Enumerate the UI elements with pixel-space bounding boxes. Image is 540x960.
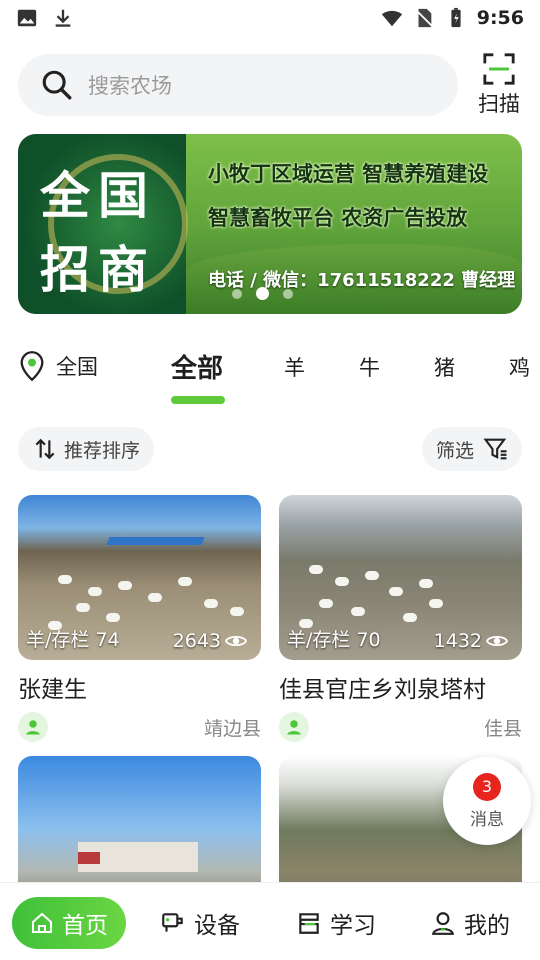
pagination-dot[interactable] [232, 288, 242, 299]
book-icon [299, 913, 319, 934]
shed-roof [106, 537, 205, 545]
tab-sheep[interactable]: 羊 [284, 352, 305, 382]
bottom-nav: 首页 设备 学习 我的 [0, 882, 540, 960]
filter-label: 筛选 [435, 439, 474, 462]
message-button[interactable]: 3 消息 [443, 757, 531, 845]
view-count-value: 1432 [433, 630, 482, 652]
nav-mine[interactable]: 我的 [430, 897, 510, 949]
avatar [18, 712, 48, 742]
user-icon [26, 720, 40, 735]
wifi-icon [381, 10, 402, 27]
nav-device-label: 设备 [194, 913, 240, 939]
farm-name: 张建生 [18, 677, 87, 703]
nav-home[interactable]: 首页 [12, 897, 126, 949]
scan-button[interactable]: 扫描 [472, 52, 526, 118]
county-label: 佳县 [483, 717, 522, 740]
search-input[interactable]: 搜索农场 [18, 54, 458, 116]
farm-card[interactable]: 羊/存栏 70 1432 佳县官庄乡刘泉塔村 佳县 [279, 495, 522, 742]
download-icon [55, 9, 71, 27]
nav-learn-label: 学习 [330, 913, 376, 939]
eye-icon [225, 635, 247, 647]
truck [78, 852, 100, 864]
sort-button[interactable]: 推荐排序 [18, 427, 155, 471]
clock: 9:56 [476, 7, 524, 29]
tab-chicken[interactable]: 鸡 [509, 352, 540, 382]
profile-icon [431, 912, 455, 935]
filter-button[interactable]: 筛选 [421, 427, 522, 471]
sort-icon [35, 438, 55, 460]
location-label: 全国 [56, 355, 98, 379]
location-selector[interactable]: 全国 [18, 350, 98, 382]
farm-thumbnail[interactable]: 羊/存栏 74 2643 [18, 495, 261, 660]
status-bar: 9:56 [0, 0, 540, 36]
nav-learn[interactable]: 学习 [296, 897, 376, 949]
farm-name: 佳县官庄乡刘泉塔村 [279, 677, 486, 703]
farm-meta: 靖边县 [18, 712, 261, 742]
category-bar: 全国 全部 羊 牛 猪 鸡 [18, 340, 540, 410]
pagination-dot-active[interactable] [256, 287, 269, 300]
no-sim-icon [414, 8, 433, 28]
view-count-value: 2643 [172, 630, 221, 652]
view-count: 1432 [434, 630, 508, 652]
search-icon [42, 70, 72, 100]
tab-pig[interactable]: 猪 [434, 352, 455, 382]
scan-icon [483, 53, 515, 85]
livestock-count: 羊/存栏 74 [26, 629, 120, 651]
view-count: 2643 [173, 630, 247, 652]
tab-indicator [171, 396, 225, 404]
banner-title-1: 全国 [40, 167, 156, 225]
banner-line-1: 小牧丁区域运营 智慧养殖建设 [208, 162, 489, 186]
farm-thumbnail[interactable]: 羊/存栏 70 1432 [279, 495, 522, 660]
tab-cattle[interactable]: 牛 [359, 352, 380, 382]
nav-device[interactable]: 设备 [160, 897, 240, 949]
tab-all[interactable]: 全部 [171, 348, 223, 385]
message-badge: 3 [473, 772, 501, 801]
livestock-count: 羊/存栏 70 [287, 629, 381, 651]
nav-mine-label: 我的 [464, 913, 510, 939]
user-icon [287, 720, 301, 735]
sort-label: 推荐排序 [64, 439, 141, 462]
pagination-dot[interactable] [283, 288, 293, 299]
farm-card[interactable]: 羊/存栏 74 2643 张建生 靖边县 [18, 495, 261, 742]
eye-icon [486, 635, 508, 647]
location-pin-icon [20, 351, 44, 382]
battery-icon [451, 7, 461, 28]
banner-line-2: 智慧畜牧平台 农资广告投放 [208, 206, 468, 230]
scan-label: 扫描 [478, 92, 520, 116]
county-label: 靖边县 [203, 717, 261, 740]
message-label: 消息 [470, 809, 504, 830]
banner-title-2: 招商 [40, 241, 156, 299]
search-row: 搜索农场 扫描 [18, 52, 526, 118]
filter-icon [483, 438, 507, 460]
device-icon [162, 913, 183, 932]
promo-banner[interactable]: 全国 招商 小牧丁区域运营 智慧养殖建设 智慧畜牧平台 农资广告投放 电话 / … [18, 134, 522, 314]
banner-pagination [232, 287, 293, 300]
farm-meta: 佳县 [279, 712, 522, 742]
avatar [279, 712, 309, 742]
nav-home-label: 首页 [62, 913, 108, 939]
gallery-icon [17, 9, 37, 27]
home-icon [32, 912, 52, 933]
search-placeholder: 搜索农场 [88, 74, 172, 98]
